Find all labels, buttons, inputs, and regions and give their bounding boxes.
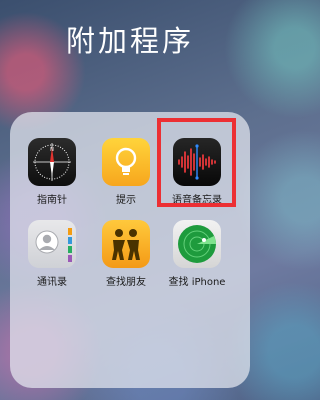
- contacts-icon: [28, 220, 76, 268]
- lightbulb-icon: [102, 138, 150, 186]
- highlight-box: [157, 118, 236, 207]
- app-label: 指南针: [37, 195, 67, 206]
- app-label: 查找 iPhone: [168, 277, 226, 288]
- app-label: 查找朋友: [106, 277, 146, 288]
- compass-icon: N: [28, 138, 76, 186]
- svg-text:N: N: [50, 147, 54, 153]
- app-tips[interactable]: 提示: [94, 138, 158, 206]
- app-label: 通讯录: [37, 277, 67, 288]
- find-friends-icon: [102, 220, 150, 268]
- app-label: 提示: [116, 195, 136, 206]
- folder-title[interactable]: 附加程序: [0, 18, 260, 60]
- app-compass[interactable]: N 指南针: [20, 138, 84, 206]
- app-find-iphone[interactable]: 查找 iPhone: [165, 220, 229, 288]
- app-contacts[interactable]: 通讯录: [20, 220, 84, 288]
- radar-icon: [173, 220, 221, 268]
- app-find-friends[interactable]: 查找朋友: [94, 220, 158, 288]
